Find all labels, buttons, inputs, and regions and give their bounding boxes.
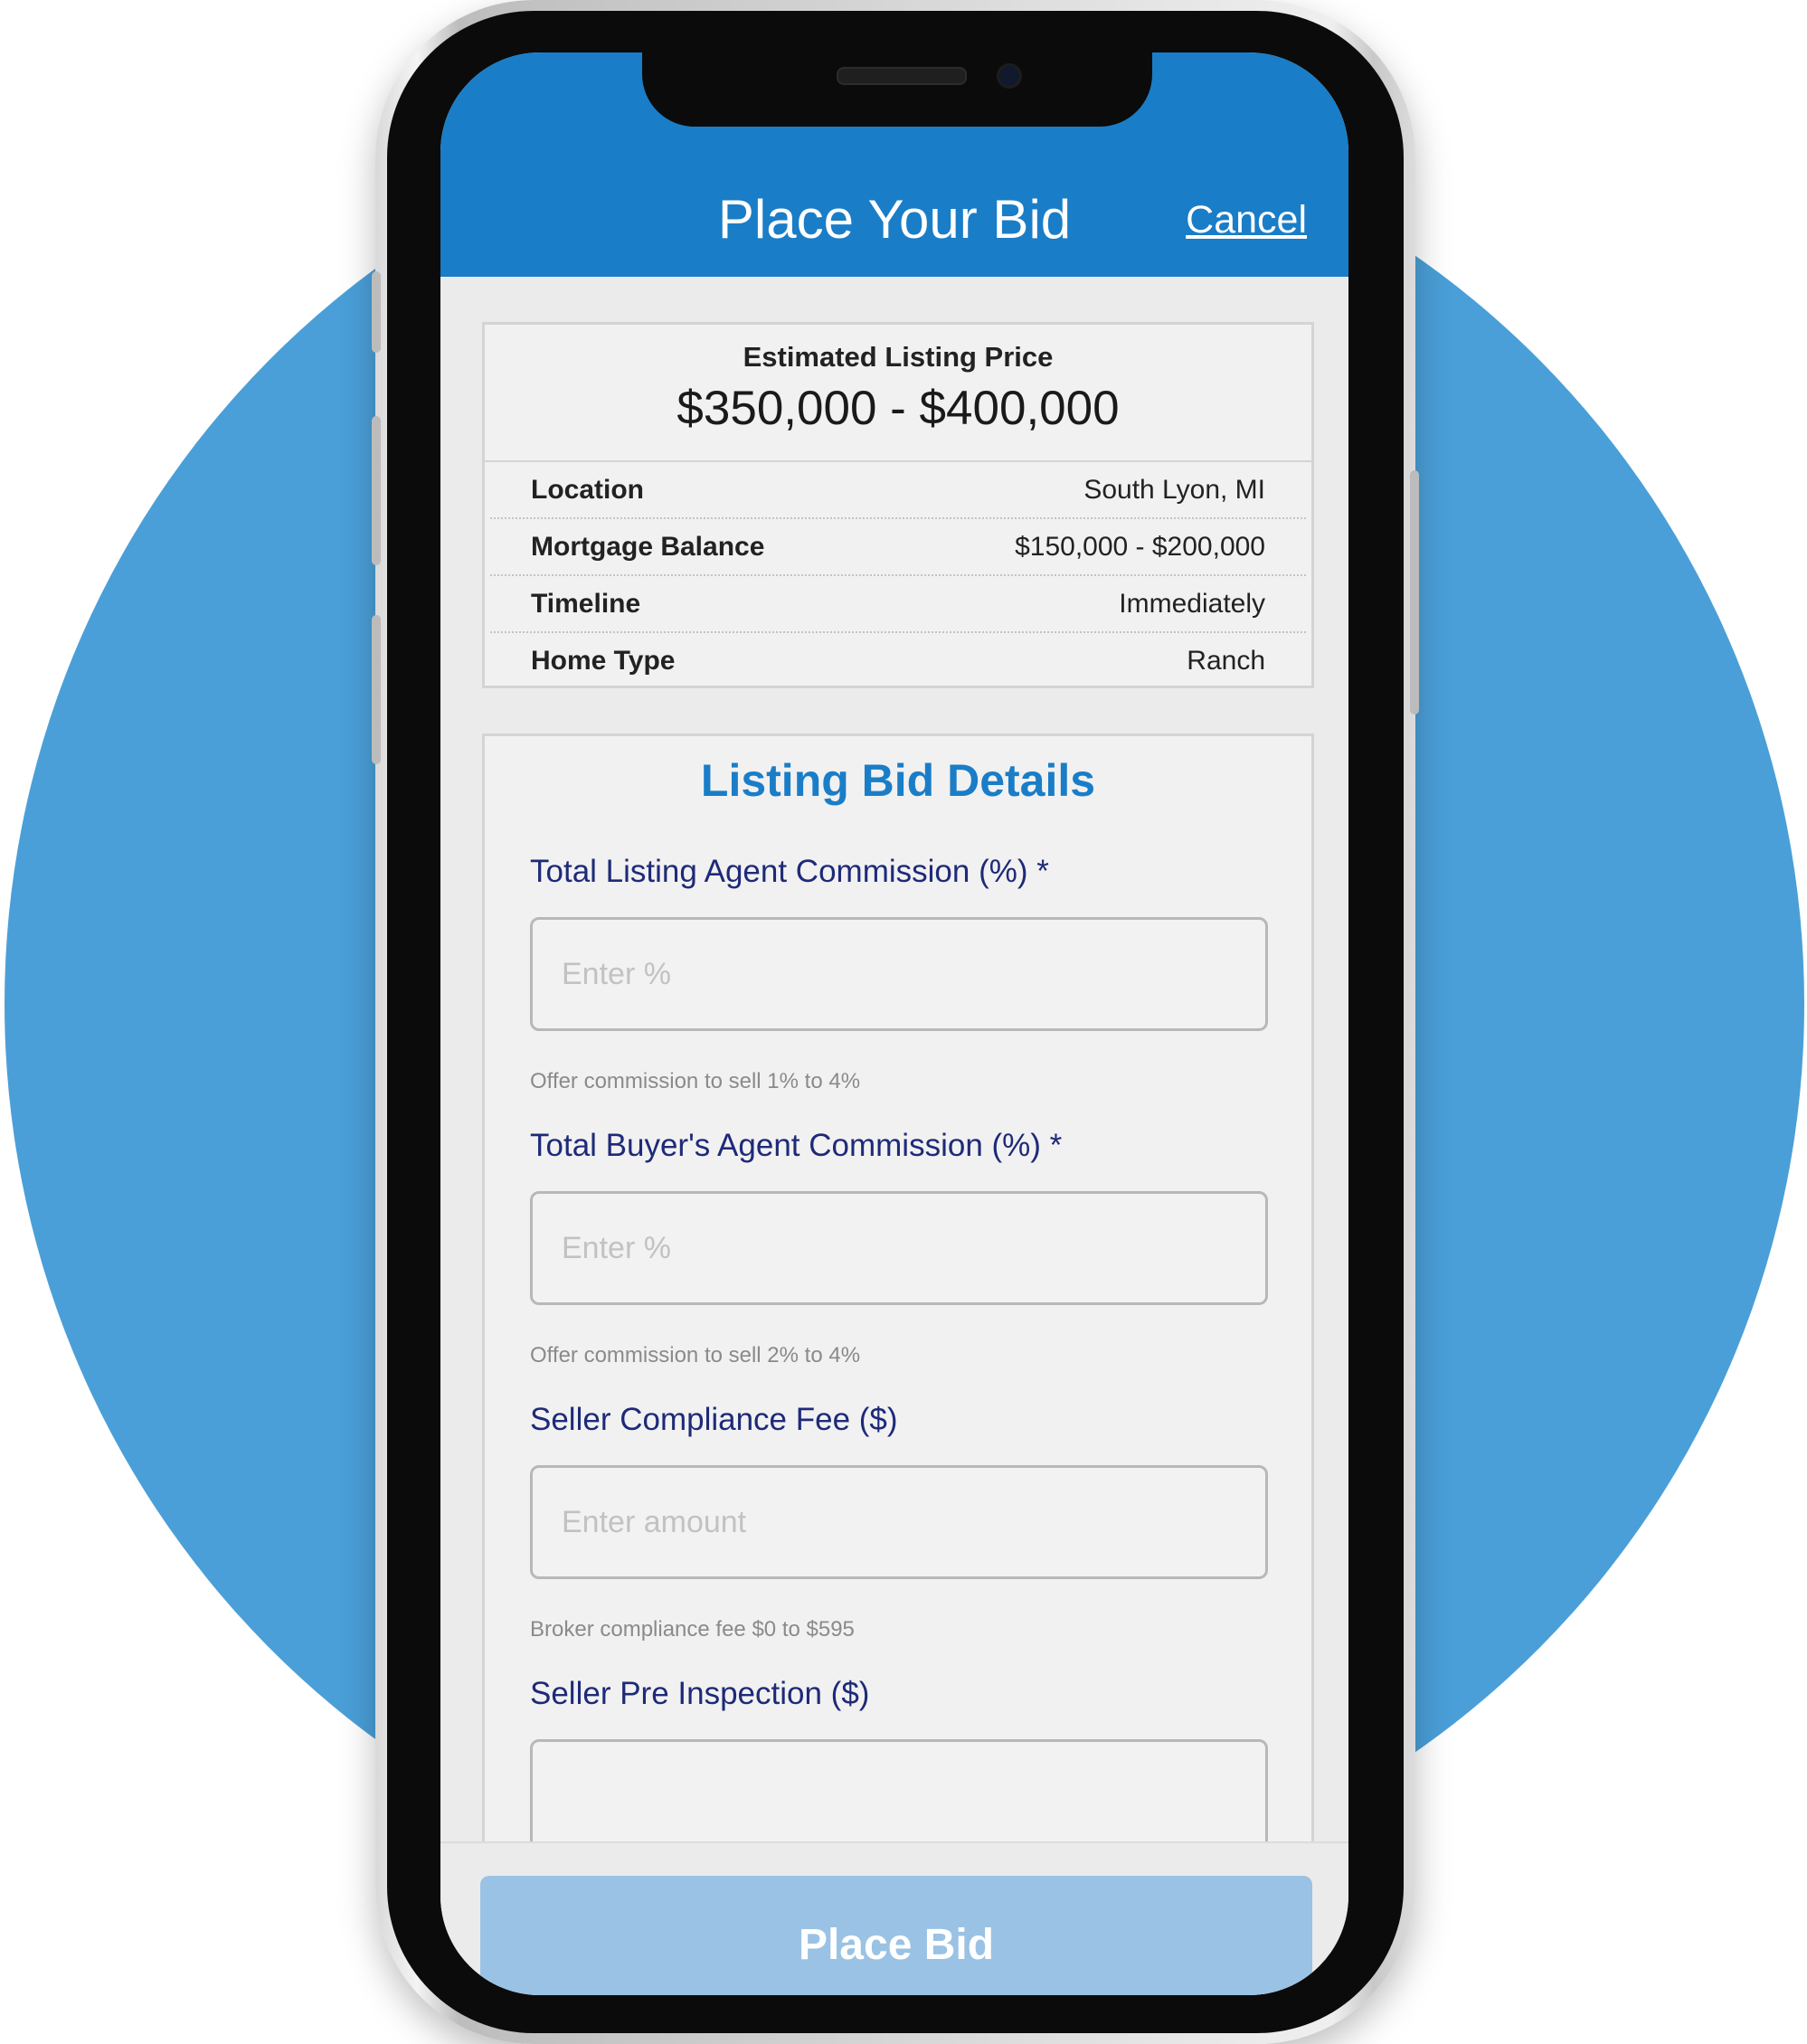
listing-commission-help: Offer commission to sell 1% to 4% — [530, 1069, 861, 1093]
bid-details-title: Listing Bid Details — [700, 755, 1096, 806]
camera-icon — [997, 63, 1022, 89]
estimated-price-label: Estimated Listing Price — [743, 341, 1054, 373]
scroll-content[interactable]: Estimated Listing Price $350,000 - $400,… — [440, 277, 1348, 1841]
row-label: Timeline — [531, 588, 641, 619]
volume-up-button — [372, 416, 381, 565]
estimated-price-value: $350,000 - $400,000 — [676, 382, 1120, 435]
buyer-commission-help: Offer commission to sell 2% to 4% — [530, 1343, 861, 1367]
phone-screen: Place Your Bid Cancel Estimated Listing … — [440, 52, 1348, 1995]
bottom-action-bar: Place Bid — [440, 1841, 1348, 1995]
volume-down-button — [372, 615, 381, 764]
row-value: Immediately — [1119, 588, 1265, 619]
summary-row-location: Location South Lyon, MI — [490, 462, 1306, 519]
summary-details: Location South Lyon, MI Mortgage Balance… — [485, 460, 1311, 688]
place-bid-button[interactable]: Place Bid — [480, 1876, 1312, 1995]
summary-row-home-type: Home Type Ranch — [490, 633, 1306, 688]
listing-commission-input[interactable] — [530, 917, 1268, 1031]
summary-row-timeline: Timeline Immediately — [490, 576, 1306, 633]
buyer-commission-label: Total Buyer's Agent Commission (%) * — [530, 1128, 1063, 1163]
notch — [642, 52, 1152, 127]
cancel-link[interactable]: Cancel — [1186, 195, 1307, 244]
listing-commission-label: Total Listing Agent Commission (%) * — [530, 854, 1049, 889]
speaker-icon — [837, 67, 967, 85]
summary-row-mortgage-balance: Mortgage Balance $150,000 - $200,000 — [490, 519, 1306, 576]
row-value: Ranch — [1187, 645, 1265, 676]
compliance-fee-help: Broker compliance fee $0 to $595 — [530, 1617, 855, 1642]
buyer-commission-input[interactable] — [530, 1191, 1268, 1305]
pre-inspection-label: Seller Pre Inspection ($) — [530, 1676, 870, 1711]
compliance-fee-input[interactable] — [530, 1465, 1268, 1579]
row-value: $150,000 - $200,000 — [1015, 531, 1265, 562]
power-button — [1410, 470, 1419, 714]
row-label: Location — [531, 474, 644, 505]
compliance-fee-label: Seller Compliance Fee ($) — [530, 1402, 898, 1437]
row-label: Home Type — [531, 645, 676, 676]
row-label: Mortgage Balance — [531, 531, 765, 562]
bid-details-card: Listing Bid Details Total Listing Agent … — [482, 733, 1314, 1841]
mute-switch — [372, 271, 381, 353]
listing-summary-card: Estimated Listing Price $350,000 - $400,… — [482, 322, 1314, 688]
phone-frame: Place Your Bid Cancel Estimated Listing … — [372, 0, 1419, 2044]
row-value: South Lyon, MI — [1083, 474, 1265, 505]
pre-inspection-input[interactable] — [530, 1739, 1268, 1841]
